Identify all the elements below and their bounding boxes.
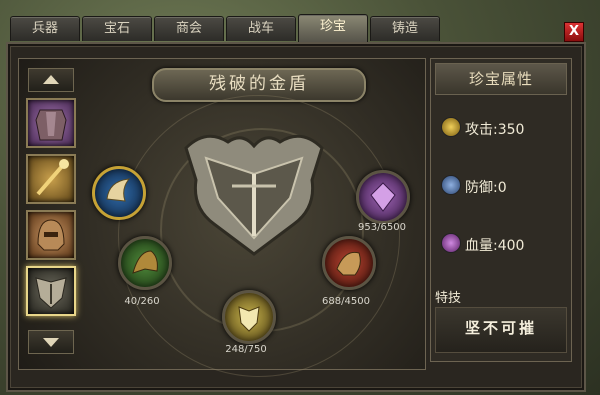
scroll-down-button[interactable] <box>28 330 74 354</box>
horn-icon <box>106 178 131 202</box>
orb-gold-shield-progress: 248/750 <box>225 344 267 355</box>
item-slot-staff[interactable] <box>26 154 76 204</box>
stat-hp-label: 血量:400 <box>465 238 525 254</box>
tab-bar: 兵器 宝石 商会 战车 珍宝 铸造 <box>6 14 574 42</box>
shield-icon <box>441 175 461 195</box>
stat-hp: 血量:400 <box>437 227 565 261</box>
shield-icon <box>35 277 67 309</box>
item-slot-shield[interactable] <box>26 266 76 316</box>
staff-icon <box>36 159 69 196</box>
scroll-up-button[interactable] <box>28 68 74 92</box>
skill-header: 特技 <box>435 291 462 306</box>
tab-guild[interactable]: 商会 <box>154 16 224 41</box>
item-slot-column <box>22 68 80 358</box>
gem-icon <box>370 182 396 212</box>
beast-icon <box>132 250 158 274</box>
close-button[interactable]: X <box>564 22 584 42</box>
heart-icon <box>441 233 461 253</box>
tab-weapons[interactable]: 兵器 <box>10 16 80 41</box>
stat-attack-label: 攻击:350 <box>465 122 525 138</box>
tab-gems[interactable]: 宝石 <box>82 16 152 41</box>
orb-purple-gem[interactable] <box>356 170 410 224</box>
tab-chariot[interactable]: 战车 <box>226 16 296 41</box>
tab-forge[interactable]: 铸造 <box>370 16 440 41</box>
shield-icon <box>238 306 260 332</box>
stat-defense: 防御:0 <box>437 169 565 203</box>
orb-horn[interactable] <box>92 166 146 220</box>
armor-icon <box>35 109 67 141</box>
stat-defense-label: 防御:0 <box>465 180 507 196</box>
item-slot-armor[interactable] <box>26 98 76 148</box>
skill-name: 坚不可摧 <box>435 307 567 353</box>
arrow-up-icon <box>43 75 59 84</box>
orb-gold-shield[interactable] <box>222 290 276 344</box>
attributes-header: 珍宝属性 <box>435 63 567 95</box>
helmet-icon <box>37 219 65 251</box>
item-slot-helmet[interactable] <box>26 210 76 260</box>
orb-red-beast-progress: 688/4500 <box>322 296 370 307</box>
orb-purple-gem-progress: 953/6500 <box>358 222 406 233</box>
orb-green-beast-progress: 40/260 <box>124 296 160 307</box>
shield-artifact-icon <box>184 134 324 256</box>
orb-green-beast[interactable] <box>118 236 172 290</box>
attributes-panel: 珍宝属性 攻击:350 防御:0 血量:400 特技 坚不可摧 <box>430 58 572 362</box>
tab-treasure[interactable]: 珍宝 <box>298 14 368 42</box>
beast-icon <box>336 251 361 276</box>
sword-icon <box>441 117 461 137</box>
arrow-down-icon <box>43 338 59 347</box>
stat-attack: 攻击:350 <box>437 111 565 145</box>
orb-red-beast[interactable] <box>322 236 376 290</box>
